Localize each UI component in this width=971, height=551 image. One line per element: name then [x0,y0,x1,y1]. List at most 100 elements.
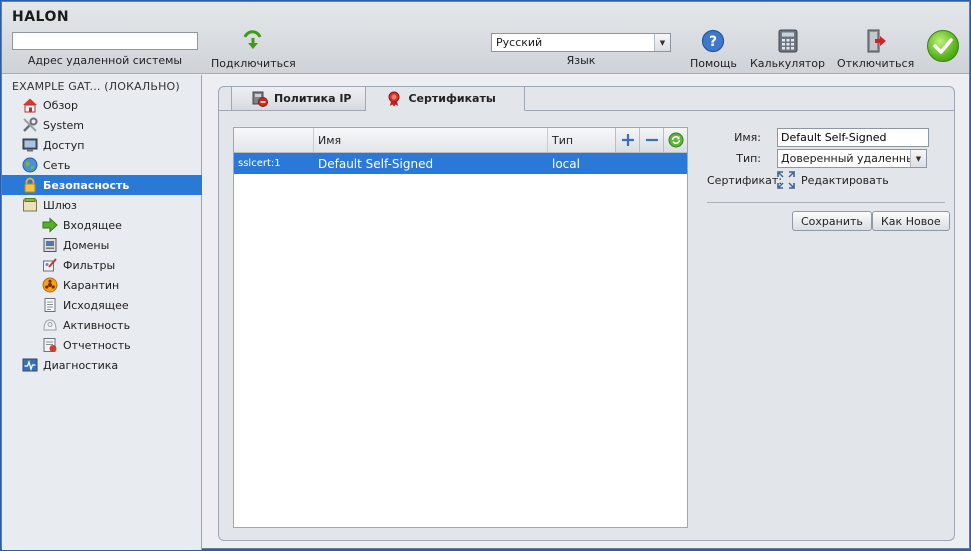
ip-policy-icon [252,91,268,107]
sidebar-item-outgoing[interactable]: Исходящее [2,295,202,315]
add-certificate-button[interactable] [615,128,639,152]
language-label: Язык [566,54,596,67]
chevron-down-icon: ▼ [910,150,926,167]
sidebar-item-diagnostics[interactable]: Диагностика [2,355,202,375]
sidebar-item-domains[interactable]: Домены [2,235,202,255]
type-select[interactable]: Доверенный удаленный ▼ [777,149,927,168]
disconnect-label: Отключиться [837,57,915,70]
calculator-label: Калькулятор [750,57,825,70]
exit-door-icon [863,28,889,54]
language-select[interactable]: Русский ▼ [491,33,671,52]
tab-label: Политика IP [274,92,352,105]
column-header-id [234,128,314,152]
top-toolbar: HALON Адрес удаленной системы Подключить… [2,2,969,74]
sidebar: EXAMPLE GAT... (ЛОКАЛЬНО) Обзор System Д… [2,75,202,550]
name-label: Имя: [734,131,761,144]
cert-type-cell: local [552,156,580,171]
sidebar-item-label: Доступ [43,138,85,152]
chevron-down-icon: ▼ [654,34,670,51]
form-divider [707,202,945,203]
type-row: Тип: Доверенный удаленный ▼ [707,149,927,168]
cert-id-cell: sslcert:1 [238,158,281,169]
tools-icon [22,117,38,133]
calculator-icon [775,28,801,54]
sidebar-item-quarantine[interactable]: Карантин [2,275,202,295]
tab-ip-policy[interactable]: Политика IP [231,87,367,111]
sidebar-item-security[interactable]: Безопасность [2,175,202,195]
biohazard-icon [42,277,58,293]
edit-certificate-button[interactable]: Редактировать [777,171,889,189]
sidebar-item-label: Сеть [43,158,71,172]
list-header: Имя Тип [234,128,687,153]
app-logo: HALON [12,9,70,25]
cert-name-cell: Default Self-Signed [318,156,434,171]
sidebar-item-label: Диагностика [43,358,119,372]
type-value: Доверенный удаленный [781,152,910,165]
edit-label: Редактировать [801,173,889,187]
sidebar-item-label: Фильтры [63,258,116,272]
filters-icon [42,257,58,273]
save-as-new-button[interactable]: Как Новое [872,211,950,231]
arrow-right-icon [42,217,58,233]
type-label: Тип: [736,152,761,165]
sidebar-item-label: System [43,118,85,132]
calculator-button[interactable]: Калькулятор [750,28,825,70]
apply-check-button[interactable] [927,30,959,62]
refresh-list-button[interactable] [663,128,687,152]
tab-label: Сертификаты [408,92,496,105]
column-header-type[interactable]: Тип [548,128,615,152]
home-icon [22,97,38,113]
certificate-icon [386,91,402,107]
sidebar-item-label: Исходящее [63,298,129,312]
sidebar-item-label: Шлюз [43,198,77,212]
sidebar-item-label: Домены [63,238,110,252]
monitor-icon [22,137,38,153]
diagnostics-icon [22,357,38,373]
sidebar-item-incoming[interactable]: Входящее [2,215,202,235]
sidebar-item-system[interactable]: System [2,115,202,135]
globe-icon [22,157,38,173]
expand-icon [777,171,795,189]
save-button[interactable]: Сохранить [792,211,872,231]
sidebar-item-label: Карантин [63,278,120,292]
table-row[interactable]: sslcert:1 Default Self-Signed local [234,153,687,174]
checkmark-icon [933,38,953,54]
sidebar-item-overview[interactable]: Обзор [2,95,202,115]
connect-button[interactable]: Подключиться [211,28,296,70]
disconnect-button[interactable]: Отключиться [837,28,914,70]
sidebar-item-activity[interactable]: Активность [2,315,202,335]
system-title: EXAMPLE GAT... (ЛОКАЛЬНО) [12,80,180,93]
certificate-list: Имя Тип sslcert:1 Default Self-Signed lo… [233,127,688,528]
help-button[interactable]: ? Помощь [690,28,737,70]
remove-certificate-button[interactable] [639,128,663,152]
svg-text:?: ? [709,34,717,50]
sidebar-item-label: Отчетность [63,338,131,352]
minus-icon [645,138,658,142]
domains-icon [42,237,58,253]
sidebar-item-label: Обзор [43,98,79,112]
lock-icon [22,177,38,193]
main-panel: Политика IP Сертификаты Имя Тип sslcert:… [218,86,955,541]
gateway-icon [22,197,38,213]
connect-arrow-icon [240,28,266,54]
connect-label: Подключиться [211,57,296,70]
sidebar-item-label: Безопасность [43,178,130,192]
activity-icon [42,317,58,333]
refresh-icon [668,132,683,148]
column-header-name[interactable]: Имя [314,128,548,152]
certificate-label: Сертификат: [707,173,783,187]
remote-address-label: Адрес удаленной системы [27,54,183,67]
name-field[interactable] [777,128,929,147]
certificate-row: Сертификат: Редактировать [707,171,889,189]
tab-certificates[interactable]: Сертификаты [366,87,525,111]
remote-address-input[interactable] [12,32,198,50]
app-window: HALON Адрес удаленной системы Подключить… [1,1,970,550]
sidebar-item-network[interactable]: Сеть [2,155,202,175]
document-icon [42,297,58,313]
sidebar-item-gateway[interactable]: Шлюз [2,195,202,215]
help-icon: ? [700,28,726,54]
sidebar-item-access[interactable]: Доступ [2,135,202,155]
sidebar-item-filters[interactable]: Фильтры [2,255,202,275]
sidebar-item-reports[interactable]: Отчетность [2,335,202,355]
tab-bar: Политика IP Сертификаты [231,87,525,111]
